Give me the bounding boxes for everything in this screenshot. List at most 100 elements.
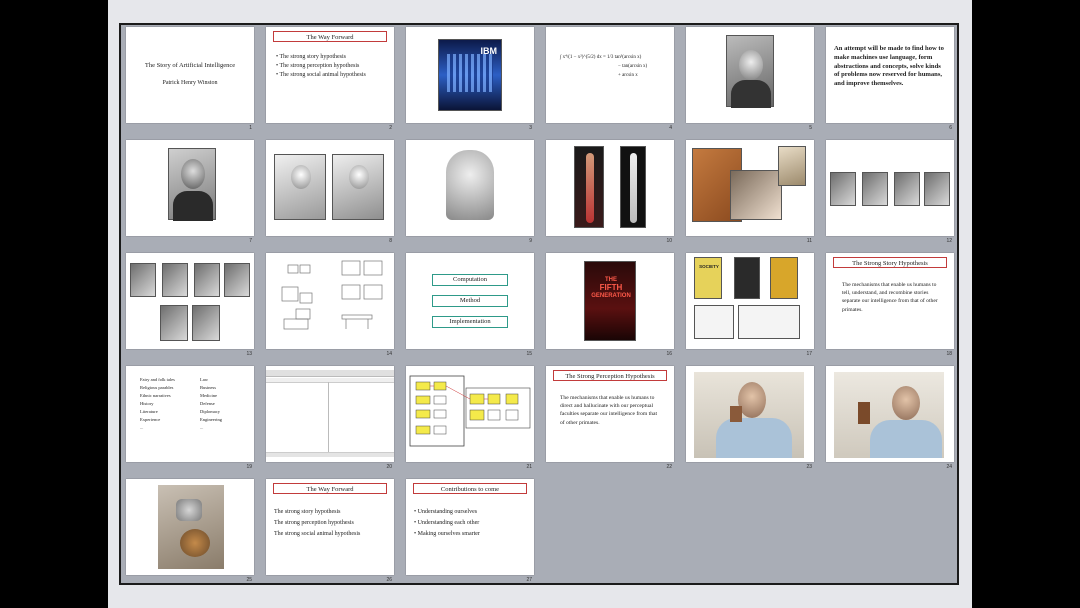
face: [739, 50, 763, 80]
slide-number: 25: [246, 577, 252, 583]
list-item: The strong social animal hypothesis: [274, 531, 361, 537]
story-list-left: Fairy and folk tales Religious parables …: [140, 376, 175, 432]
box-method: Method: [432, 295, 508, 307]
hypothesis-text: The mechanisms that enable us humans to …: [560, 395, 658, 426]
shoulders: [731, 80, 771, 108]
slide-number: 14: [386, 351, 392, 357]
slide-thumbnail-10[interactable]: [546, 140, 674, 236]
slide-thumbnail-16[interactable]: THE FIFTH GENERATION: [546, 253, 674, 349]
slide-thumbnail-1[interactable]: The Story of Artificial Intelligence Pat…: [126, 27, 254, 123]
slide-thumbnail-4[interactable]: ∫ x⁴/(1 − x²)^(5/2) dx = 1/3 tan³(arcsin…: [546, 27, 674, 123]
slide-number: 10: [666, 238, 672, 244]
slide-thumbnail-11[interactable]: [686, 140, 814, 236]
cover-title: SOCIETY: [699, 264, 719, 269]
bullet-item: The strong perception hypothesis: [276, 62, 366, 71]
slide-thumbnail-18[interactable]: The Strong Story Hypothesis The mechanis…: [826, 253, 954, 349]
portrait-photo: [192, 305, 220, 341]
slide-thumbnail-5[interactable]: [686, 27, 814, 123]
list-item: Ethnic narratives: [140, 393, 171, 398]
portrait-photo: [162, 263, 188, 297]
slide-number: 17: [806, 351, 812, 357]
face: [349, 165, 369, 189]
slide-thumbnail-6[interactable]: An attempt will be made to find how to m…: [826, 27, 954, 123]
list-item: Engineering: [200, 417, 222, 422]
book-cover: THE FIFTH GENERATION: [584, 261, 636, 341]
slide-thumbnail-15[interactable]: Computation Method Implementation: [406, 253, 534, 349]
shoulders: [173, 191, 213, 221]
slide-thumbnail-2[interactable]: The Way Forward The strong story hypothe…: [266, 27, 394, 123]
slide-thumbnail-12[interactable]: [826, 140, 954, 236]
formula-line: − tan(arcsin x): [618, 64, 648, 69]
quote-text: An attempt will be made to find how to m…: [834, 45, 944, 88]
slide-title: The Way Forward: [273, 31, 387, 42]
formula-line: + arcsin x: [618, 73, 638, 78]
portrait-photo: [168, 148, 216, 221]
slide-number: 20: [386, 464, 392, 470]
slide-number: 27: [526, 577, 532, 583]
bullet-item: The strong story hypothesis: [276, 53, 366, 62]
slide-thumbnail-27[interactable]: Contributions to come Understanding ours…: [406, 479, 534, 575]
slide-thumbnail-23[interactable]: [686, 366, 814, 462]
slide-thumbnail-8[interactable]: [266, 140, 394, 236]
slide-number: 11: [806, 238, 812, 244]
list-item: Fairy and folk tales: [140, 377, 175, 382]
slide-thumbnail-22[interactable]: The Strong Perception Hypothesis The mec…: [546, 366, 674, 462]
list-item: History: [140, 401, 154, 406]
slide-thumbnail-13[interactable]: [126, 253, 254, 349]
slide-number: 8: [389, 238, 392, 244]
slide-number: 26: [386, 577, 392, 583]
document-page: [738, 305, 800, 339]
slide-number: 1: [249, 125, 252, 131]
bullet-item: The strong social animal hypothesis: [276, 71, 366, 80]
shirt: [870, 420, 942, 458]
slide-title: Contributions to come: [413, 483, 527, 494]
slide-title: The Way Forward: [273, 483, 387, 494]
anatomy-figure: [574, 146, 604, 228]
portrait-photo: [726, 35, 774, 108]
slide-thumbnail-7[interactable]: [126, 140, 254, 236]
book-cover: SOCIETY: [694, 257, 722, 299]
slide-thumbnail-20[interactable]: [266, 366, 394, 462]
slide-number: 22: [666, 464, 672, 470]
slide-number: 23: [806, 464, 812, 470]
slide-number: 19: [246, 464, 252, 470]
book-cover: [770, 257, 798, 299]
slide-number: 2: [389, 125, 392, 131]
bust-sculpture: [446, 150, 494, 220]
list-item: Defense: [200, 401, 215, 406]
cave-painting: [730, 170, 782, 220]
slide-number: 7: [249, 238, 252, 244]
list-item: The strong perception hypothesis: [274, 520, 354, 526]
slide-thumbnail-17[interactable]: SOCIETY: [686, 253, 814, 349]
engraving-portrait: [332, 154, 384, 220]
pane-divider: [328, 382, 329, 452]
slide-author: Patrick Henry Winston: [162, 80, 218, 86]
bullet-item: Understanding ourselves: [414, 507, 480, 518]
shirt: [716, 418, 792, 458]
list-item: Business: [200, 385, 217, 390]
hypothesis-list: The strong story hypothesis The strong p…: [274, 507, 360, 540]
portrait-photo: [894, 172, 920, 206]
slide-number: 5: [809, 125, 812, 131]
slide-thumbnail-3[interactable]: IBM: [406, 27, 534, 123]
portrait-photo: [224, 263, 250, 297]
toolbar-strip: [266, 370, 394, 377]
slide-number: 3: [529, 125, 532, 131]
book-cover: [734, 257, 760, 299]
box-implementation: Implementation: [432, 316, 508, 328]
list-item: Medicine: [200, 393, 217, 398]
slide-thumbnail-9[interactable]: [406, 140, 534, 236]
slide-thumbnail-25[interactable]: [126, 479, 254, 575]
slide-thumbnail-19[interactable]: Fairy and folk tales Religious parables …: [126, 366, 254, 462]
slide-number: 6: [949, 125, 952, 131]
slide-thumbnail-21[interactable]: [406, 366, 534, 462]
slide-thumbnail-26[interactable]: The Way Forward The strong story hypothe…: [266, 479, 394, 575]
face: [738, 382, 766, 418]
list-item: Religious parables: [140, 385, 174, 390]
formula-line: ∫ x⁴/(1 − x²)^(5/2) dx = 1/3 tan³(arcsin…: [560, 55, 642, 60]
slide-thumbnail-14[interactable]: [266, 253, 394, 349]
face: [291, 165, 311, 189]
slide-number: 4: [669, 125, 672, 131]
slide-thumbnail-24[interactable]: [826, 366, 954, 462]
story-list-right: Law Business Medicine Defense Diplomacy …: [200, 376, 222, 432]
